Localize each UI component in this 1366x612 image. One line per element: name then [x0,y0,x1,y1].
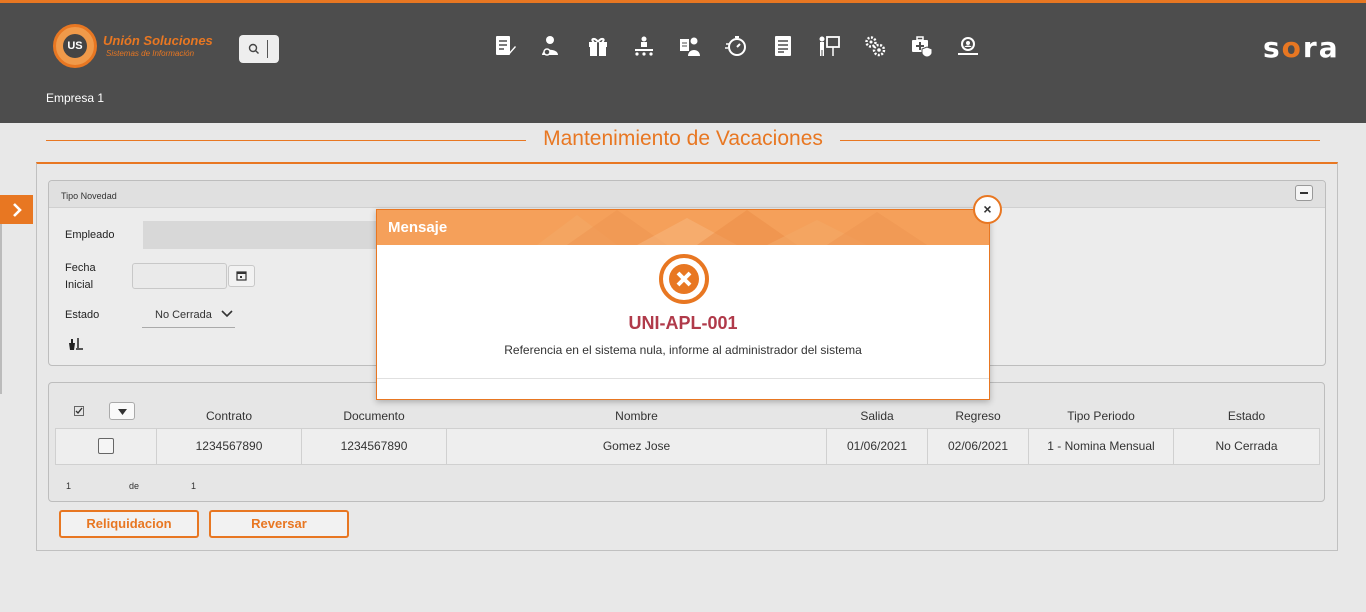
empleado-label: Empleado [65,229,115,241]
calendar-button[interactable] [228,265,255,287]
top-bar: US Unión Soluciones Sistemas de Informac… [0,0,1366,123]
chevron-right-icon [12,203,22,217]
company-name[interactable]: Empresa 1 [46,91,104,105]
minus-icon [1300,192,1308,194]
dialog-footer-divider [377,378,989,379]
side-panel-toggle[interactable] [0,195,33,224]
row-select-cell [56,429,157,464]
selection-dropdown[interactable] [109,402,135,420]
medical-kit-icon[interactable] [910,33,934,59]
employee-badge-icon[interactable] [678,33,702,59]
error-message: Referencia en el sistema nula, informe a… [504,343,862,357]
dialog-close-button[interactable]: × [973,195,1002,224]
reversar-button[interactable]: Reversar [209,510,349,538]
main-nav [493,33,1002,61]
estado-label: Estado [65,309,100,321]
gift-icon[interactable] [586,33,610,59]
empleado-field[interactable] [143,221,383,249]
close-icon: × [983,201,992,217]
cell-tipo-periodo: 1 - Nomina Mensual [1029,429,1174,464]
collapse-button[interactable] [1295,185,1313,201]
document-edit-icon[interactable] [493,33,517,59]
message-dialog: Mensaje UNI-APL-001 Referencia en el sis… [376,209,990,400]
fecha-inicial-field[interactable] [132,263,227,289]
column-header-regreso[interactable]: Regreso [928,409,1028,423]
filter-panel-title: Tipo Novedad [61,191,117,201]
pager-of: de [129,481,140,491]
column-header-nombre[interactable]: Nombre [447,409,826,423]
user-settings-icon[interactable] [539,33,563,59]
table-row[interactable]: 1234567890 1234567890 Gomez Jose 01/06/2… [55,428,1320,465]
presentation-icon[interactable] [817,33,841,59]
fecha-label-line2: Inicial [65,279,94,291]
cell-regreso: 02/06/2021 [928,429,1029,464]
calendar-icon [236,271,247,281]
column-header-estado[interactable]: Estado [1174,409,1319,423]
dialog-title: Mensaje [388,219,448,236]
page-title: Mantenimiento de Vacaciones [543,127,823,150]
cell-estado: No Cerrada [1215,439,1278,453]
gears-icon[interactable] [863,33,887,59]
logo-subtitle: Sistemas de Información [106,49,195,58]
caret-down-icon [118,409,127,415]
clear-filter-icon[interactable] [68,336,84,351]
fecha-label-line1: Fecha [65,262,96,274]
side-panel-edge [0,224,2,394]
search-icon [248,43,259,54]
brand-left: s [1263,31,1282,64]
company-logo[interactable]: US Unión Soluciones Sistemas de Informac… [53,24,223,68]
select-all-icon[interactable] [74,406,84,416]
search-button[interactable] [239,35,279,63]
search-caret [267,40,268,58]
cell-documento: 1234567890 [302,429,447,464]
logo-name: Unión Soluciones [103,33,213,48]
logo-mark: US [63,34,87,58]
filter-panel-header: Tipo Novedad [49,181,1325,208]
brand-right: ra [1302,31,1340,64]
search-person-icon[interactable] [956,33,980,59]
cell-nombre: Gomez Jose [447,429,827,464]
brand-accent: o [1281,31,1303,64]
error-icon [659,254,709,304]
report-icon[interactable] [771,33,795,59]
chevron-down-icon [221,310,233,318]
column-header-documento[interactable]: Documento [302,409,446,423]
title-divider-right [840,140,1320,141]
cell-salida: 01/06/2021 [827,429,928,464]
header-pattern [537,210,927,245]
title-divider-left [46,140,526,141]
estado-select-value: No Cerrada [155,309,212,321]
row-checkbox[interactable] [98,438,114,454]
pager-current: 1 [66,481,72,491]
reliquidacion-button[interactable]: Reliquidacion [59,510,199,538]
error-code: UNI-APL-001 [628,313,738,333]
timer-icon[interactable] [724,33,748,59]
org-chart-icon[interactable] [632,33,656,59]
cell-contrato: 1234567890 [157,429,302,464]
sora-brand-logo: sora [1263,31,1340,64]
column-header-contrato[interactable]: Contrato [157,409,301,423]
column-header-salida[interactable]: Salida [827,409,927,423]
logo-circle: US [53,24,97,68]
column-header-tipo-periodo[interactable]: Tipo Periodo [1029,409,1173,423]
pager-total: 1 [191,481,197,491]
dialog-header: Mensaje [377,210,989,245]
estado-select[interactable]: No Cerrada [142,304,235,328]
